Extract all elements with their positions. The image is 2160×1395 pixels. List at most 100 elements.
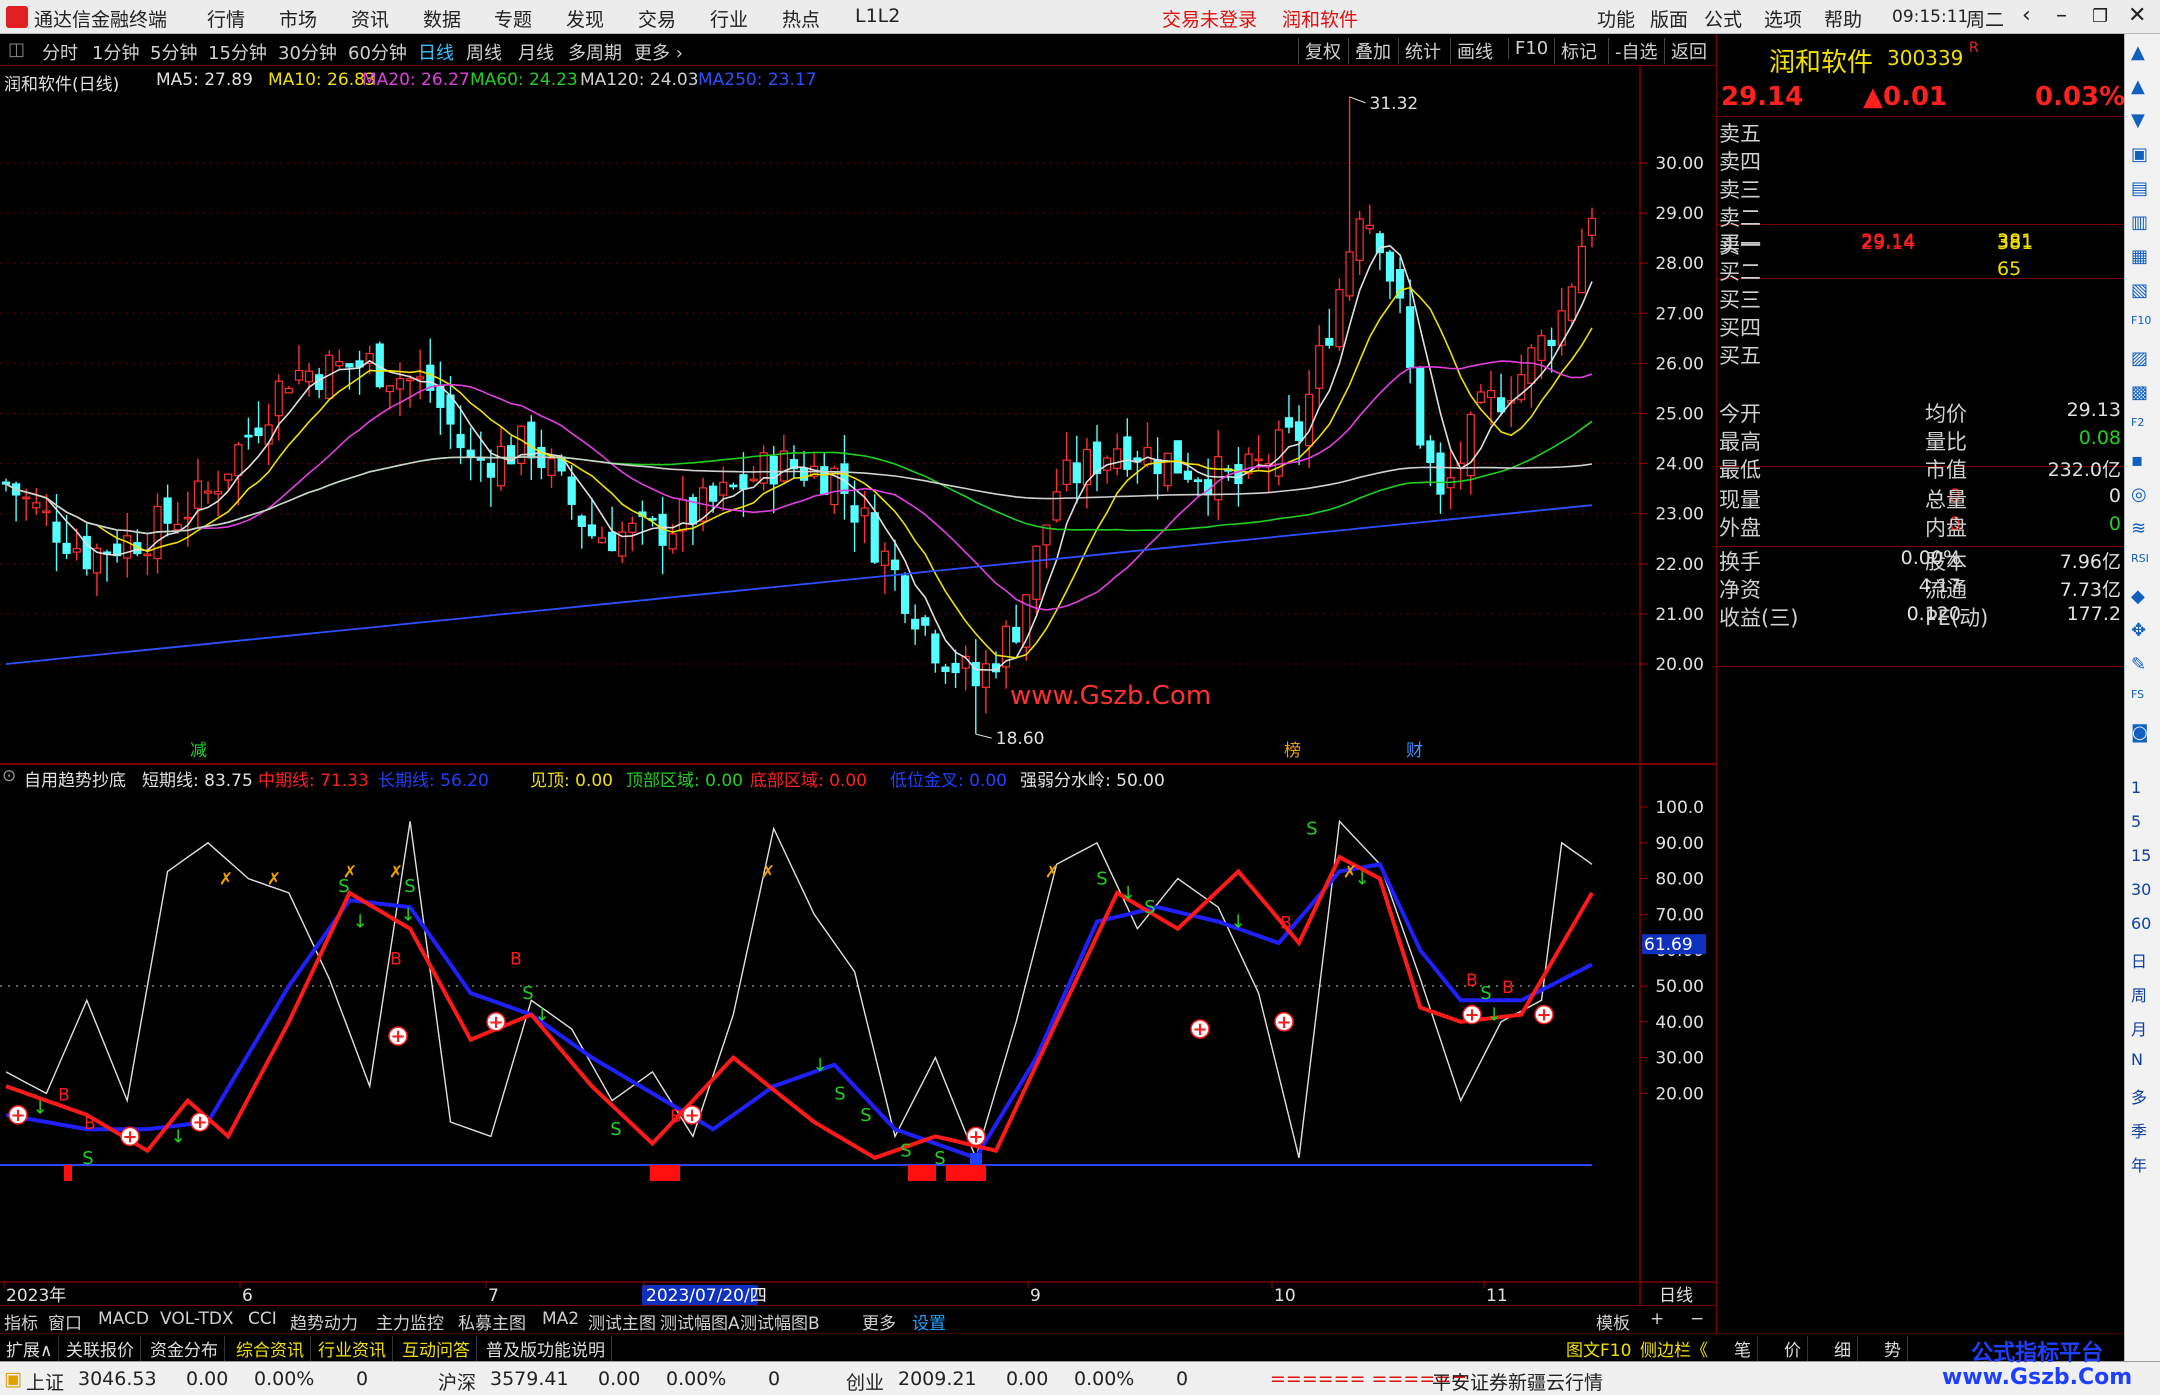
extension-tab-4[interactable]: 行业资讯 xyxy=(318,1336,393,1361)
back-icon[interactable]: ‹ xyxy=(2022,3,2031,28)
period-tab-10[interactable]: 更多 › xyxy=(634,39,683,65)
tab-control-0[interactable]: 模板 xyxy=(1596,1309,1630,1334)
side-tool-icon-12[interactable]: ▪ xyxy=(2131,450,2143,471)
menu-9[interactable]: L1L2 xyxy=(855,5,900,27)
period-tab-6[interactable]: 日线 xyxy=(418,39,454,65)
extension-tab-5[interactable]: 互动问答 xyxy=(402,1336,477,1361)
indicator-tab-9[interactable]: 测试主图 xyxy=(588,1309,656,1334)
indicator-tab-7[interactable]: 私募主图 xyxy=(458,1309,526,1334)
menu-right-4[interactable]: 帮助 xyxy=(1824,5,1862,32)
extension-tab-2[interactable]: 资金分布 xyxy=(150,1336,225,1361)
side-tool-icon-9[interactable]: ▨ xyxy=(2131,348,2148,369)
right-link-0[interactable]: 图文F10 xyxy=(1566,1336,1637,1361)
tool-button-7[interactable]: 返回 xyxy=(1664,38,1707,64)
side-tool-icon-8[interactable]: F10 xyxy=(2131,314,2151,327)
menu-right-0[interactable]: 功能 xyxy=(1597,5,1635,32)
period-tab-9[interactable]: 多周期 xyxy=(568,39,622,65)
side-tool-icon-6[interactable]: ▦ xyxy=(2131,246,2148,267)
side-tool-icon-13[interactable]: ◎ xyxy=(2131,484,2147,505)
side-tool-icon-28[interactable]: 月 xyxy=(2131,1016,2147,1040)
right-tab-2[interactable]: 细 xyxy=(1834,1336,1858,1361)
minimize-icon[interactable]: – xyxy=(2056,3,2067,28)
menu-right-2[interactable]: 公式 xyxy=(1704,5,1742,32)
right-tab-1[interactable]: 价 xyxy=(1784,1336,1808,1361)
period-tab-4[interactable]: 30分钟 xyxy=(278,39,337,65)
tool-button-6[interactable]: -自选 xyxy=(1608,38,1658,64)
right-tab-3[interactable]: 势 xyxy=(1884,1336,1908,1361)
indicator-tab-13[interactable]: 设置 xyxy=(912,1309,946,1334)
index-name-0[interactable]: 上证 xyxy=(26,1368,64,1395)
menu-2[interactable]: 资讯 xyxy=(351,5,389,32)
period-tab-7[interactable]: 周线 xyxy=(466,39,502,65)
right-tab-0[interactable]: 笔 xyxy=(1734,1336,1758,1361)
side-tool-icon-22[interactable]: 5 xyxy=(2131,812,2141,831)
index-name-1[interactable]: 沪深 xyxy=(438,1368,476,1395)
tab-control-2[interactable]: − xyxy=(1690,1309,1704,1329)
menu-right-3[interactable]: 选项 xyxy=(1764,5,1802,32)
right-link-1[interactable]: 侧边栏《 xyxy=(1640,1336,1714,1361)
indicator-tab-12[interactable]: 更多 xyxy=(862,1309,896,1334)
side-tool-icon-18[interactable]: ✎ xyxy=(2131,654,2146,675)
side-tool-icon-2[interactable]: ▼ xyxy=(2131,110,2145,131)
extension-tab-1[interactable]: 关联报价 xyxy=(66,1336,141,1361)
menu-4[interactable]: 专题 xyxy=(494,5,532,32)
indicator-tab-5[interactable]: 趋势动力 xyxy=(290,1309,358,1334)
indicator-tab-6[interactable]: 主力监控 xyxy=(376,1309,444,1334)
menu-6[interactable]: 交易 xyxy=(638,5,676,32)
period-tab-1[interactable]: 1分钟 xyxy=(92,39,139,65)
side-tool-icon-14[interactable]: ≋ xyxy=(2131,518,2146,539)
side-tool-icon-4[interactable]: ▤ xyxy=(2131,178,2148,199)
side-tool-icon-7[interactable]: ▧ xyxy=(2131,280,2148,301)
menu-0[interactable]: 行情 xyxy=(207,5,245,32)
side-tool-icon-32[interactable]: 年 xyxy=(2131,1152,2147,1176)
menu-right-1[interactable]: 版面 xyxy=(1650,5,1688,32)
status-menu-icon[interactable]: ▣ xyxy=(4,1368,22,1390)
indicator-tab-2[interactable]: MACD xyxy=(98,1309,149,1329)
side-tool-icon-25[interactable]: 60 xyxy=(2131,914,2151,933)
side-tool-icon-20[interactable]: ◙ xyxy=(2131,722,2148,743)
tool-button-2[interactable]: 统计 xyxy=(1398,38,1441,64)
side-tool-icon-27[interactable]: 周 xyxy=(2131,982,2147,1006)
extension-tab-3[interactable]: 综合资讯 xyxy=(236,1336,311,1361)
side-tool-icon-11[interactable]: F2 xyxy=(2131,416,2144,429)
tool-button-1[interactable]: 叠加 xyxy=(1348,38,1391,64)
side-tool-icon-0[interactable]: ▲ xyxy=(2131,42,2145,63)
tool-button-4[interactable]: F10 xyxy=(1508,38,1548,59)
period-tab-3[interactable]: 15分钟 xyxy=(208,39,267,65)
tool-button-3[interactable]: 画线 xyxy=(1450,38,1493,64)
tool-button-0[interactable]: 复权 xyxy=(1298,38,1341,64)
period-tab-0[interactable]: 分时 xyxy=(42,39,78,65)
indicator-tab-4[interactable]: CCI xyxy=(248,1309,277,1329)
side-tool-icon-21[interactable]: 1 xyxy=(2131,778,2141,797)
side-tool-icon-26[interactable]: 日 xyxy=(2131,948,2147,972)
side-tool-icon-29[interactable]: N xyxy=(2131,1050,2143,1069)
login-status[interactable]: 交易未登录 xyxy=(1162,5,1257,32)
menu-5[interactable]: 发现 xyxy=(566,5,604,32)
extension-tab-6[interactable]: 普及版功能说明 xyxy=(486,1336,612,1361)
side-tool-icon-16[interactable]: ◆ xyxy=(2131,586,2145,607)
close-icon[interactable]: ✕ xyxy=(2128,3,2146,28)
side-tool-icon-17[interactable]: ✥ xyxy=(2131,620,2146,641)
side-tool-icon-23[interactable]: 15 xyxy=(2131,846,2151,865)
panel-toggle-icon[interactable]: ◫ xyxy=(8,39,25,60)
side-tool-icon-1[interactable]: ▲ xyxy=(2131,76,2145,97)
menu-7[interactable]: 行业 xyxy=(710,5,748,32)
extension-tab-0[interactable]: 扩展∧ xyxy=(6,1336,60,1361)
menu-1[interactable]: 市场 xyxy=(279,5,317,32)
index-name-2[interactable]: 创业 xyxy=(846,1368,884,1395)
indicator-tab-0[interactable]: 指标 xyxy=(4,1309,38,1334)
side-tool-icon-5[interactable]: ▥ xyxy=(2131,212,2148,233)
indicator-tab-8[interactable]: MA2 xyxy=(542,1309,579,1329)
indicator-collapse-icon[interactable]: ⊙ xyxy=(2,766,16,786)
tool-button-5[interactable]: 标记 xyxy=(1554,38,1597,64)
period-tab-5[interactable]: 60分钟 xyxy=(348,39,407,65)
side-tool-icon-15[interactable]: RSI xyxy=(2131,552,2149,565)
indicator-tab-10[interactable]: 测试幅图A xyxy=(660,1309,740,1334)
side-tool-icon-30[interactable]: 多 xyxy=(2131,1084,2147,1108)
side-tool-icon-24[interactable]: 30 xyxy=(2131,880,2151,899)
tab-control-1[interactable]: + xyxy=(1650,1309,1664,1329)
side-tool-icon-31[interactable]: 季 xyxy=(2131,1118,2147,1142)
side-tool-icon-3[interactable]: ▣ xyxy=(2131,144,2148,165)
side-tool-icon-10[interactable]: ▩ xyxy=(2131,382,2148,403)
period-tab-2[interactable]: 5分钟 xyxy=(150,39,197,65)
